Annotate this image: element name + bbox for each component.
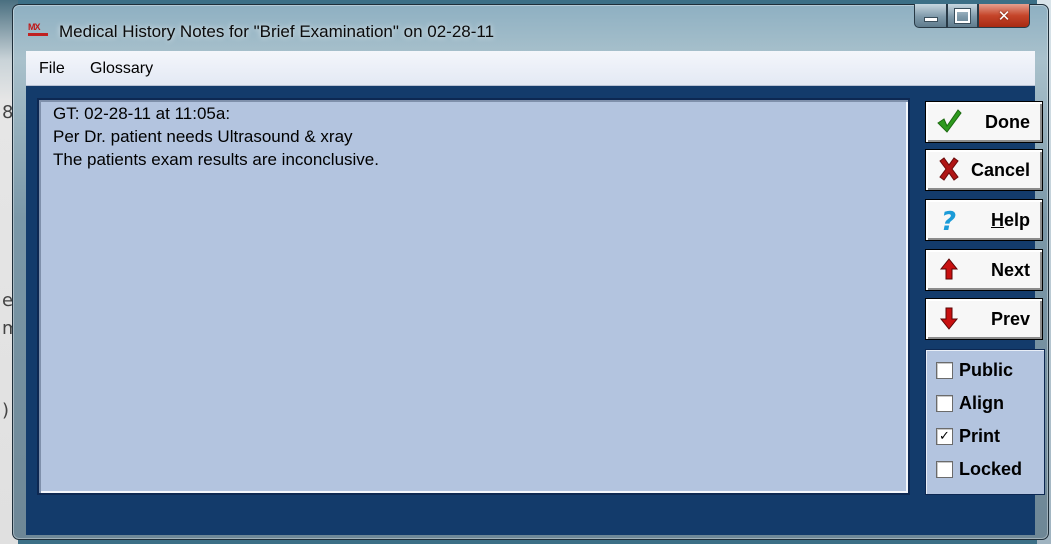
down-arrow-icon bbox=[939, 307, 959, 330]
app-icon: MX bbox=[28, 22, 48, 40]
medical-history-notes-window: MX Medical History Notes for "Brief Exam… bbox=[12, 4, 1049, 540]
background-text: ) bbox=[2, 400, 10, 421]
notes-line: The patients exam results are inconclusi… bbox=[53, 150, 379, 169]
cancel-button[interactable]: Cancel bbox=[925, 149, 1043, 191]
next-button[interactable]: Next bbox=[925, 249, 1043, 291]
next-label: Next bbox=[990, 260, 1030, 280]
print-label: Print bbox=[959, 426, 1001, 446]
client-area: File Glossary GT: 02-28-11 at 11:05a: Pe… bbox=[26, 51, 1045, 535]
help-label: Help bbox=[991, 210, 1030, 231]
public-label: Public bbox=[959, 360, 1014, 380]
prev-label: Prev bbox=[990, 309, 1030, 329]
done-button[interactable]: Done bbox=[925, 101, 1043, 143]
menu-glossary[interactable]: Glossary bbox=[90, 60, 153, 78]
question-mark-icon: ? bbox=[941, 207, 956, 233]
notes-line: GT: 02-28-11 at 11:05a: bbox=[53, 104, 231, 123]
minimize-icon bbox=[923, 17, 938, 22]
close-x-icon bbox=[939, 157, 959, 181]
public-checkbox[interactable] bbox=[936, 362, 953, 379]
print-checkbox[interactable]: ✓ bbox=[936, 428, 953, 445]
locked-label: Locked bbox=[959, 459, 1023, 479]
align-label: Align bbox=[959, 393, 1004, 413]
notes-textarea[interactable]: GT: 02-28-11 at 11:05a: Per Dr. patient … bbox=[37, 98, 910, 495]
help-accelerator: H bbox=[990, 210, 1004, 230]
locked-checkbox[interactable] bbox=[936, 461, 953, 478]
done-label: Done bbox=[985, 112, 1030, 132]
options-panel: Public Align ✓ Print Locked bbox=[925, 349, 1045, 495]
help-button[interactable]: ? Help bbox=[925, 199, 1043, 241]
prev-button[interactable]: Prev bbox=[925, 298, 1043, 340]
maximize-icon bbox=[955, 8, 970, 23]
app-icon-text: MX bbox=[28, 22, 40, 32]
notes-line: Per Dr. patient needs Ultrasound & xray bbox=[53, 127, 353, 146]
cancel-label: Cancel bbox=[970, 160, 1030, 180]
close-button[interactable]: ✕ bbox=[978, 4, 1030, 28]
close-icon: ✕ bbox=[997, 6, 1011, 25]
menu-file[interactable]: File bbox=[39, 60, 65, 78]
minimize-button[interactable] bbox=[914, 4, 947, 28]
maximize-button[interactable] bbox=[947, 4, 978, 28]
help-label-rest: elp bbox=[1003, 210, 1030, 230]
svg-text:?: ? bbox=[941, 207, 956, 233]
window-title: Medical History Notes for "Brief Examina… bbox=[59, 22, 495, 41]
caption-buttons: ✕ bbox=[914, 4, 1030, 28]
checkmark-icon bbox=[937, 109, 962, 133]
menu-bar: File Glossary bbox=[26, 51, 1035, 86]
title-bar[interactable]: MX Medical History Notes for "Brief Exam… bbox=[13, 4, 1048, 51]
up-arrow-icon bbox=[939, 258, 959, 280]
align-checkbox[interactable] bbox=[936, 395, 953, 412]
